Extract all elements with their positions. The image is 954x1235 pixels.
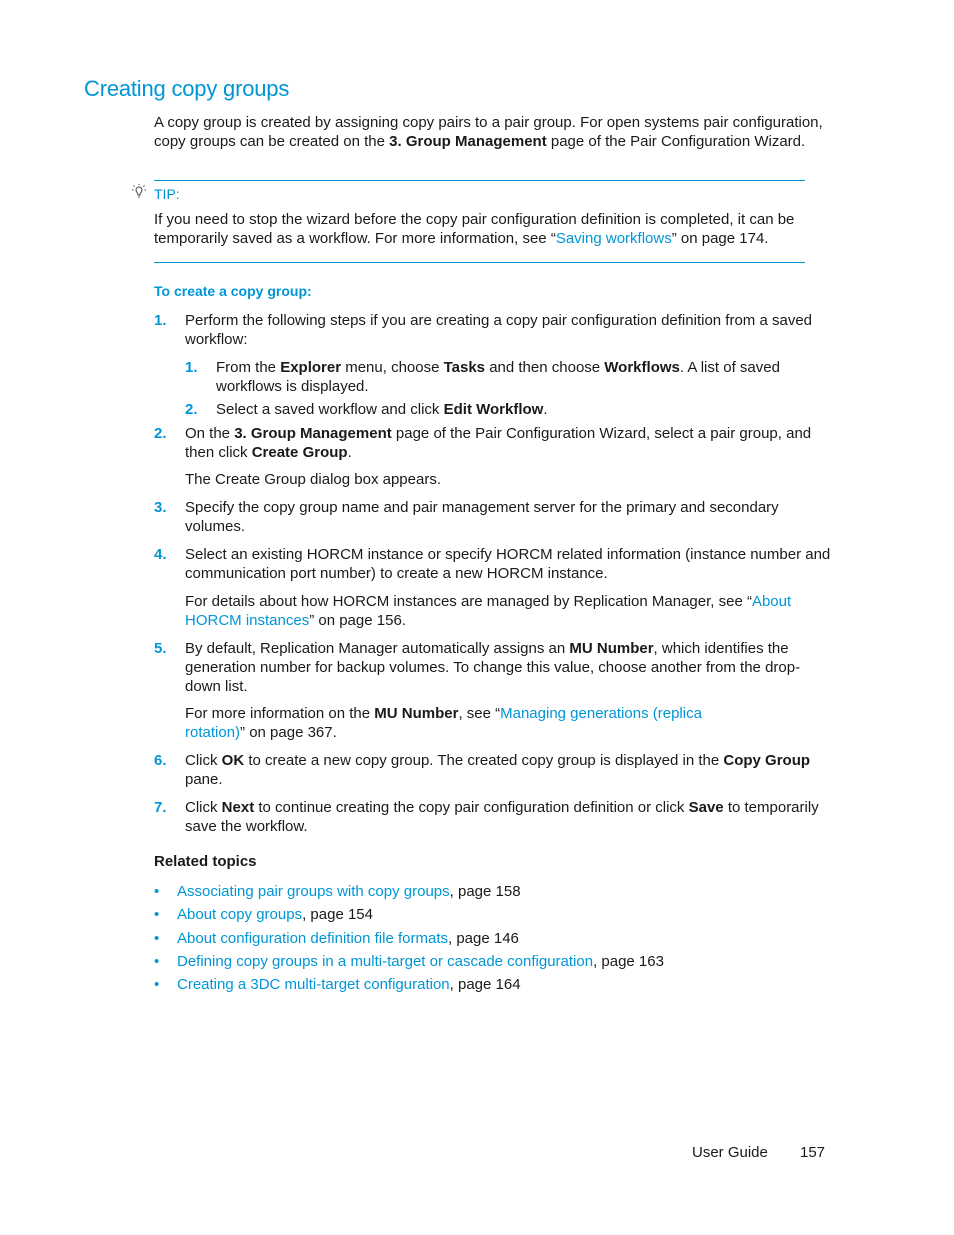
related-page: , page 158	[449, 883, 521, 900]
tip-text-2: ” on page 174.	[671, 230, 769, 247]
step-number: 2.	[154, 425, 167, 442]
step-note: For more information on the MU Number, s…	[185, 705, 702, 741]
step-number: 6.	[154, 752, 167, 769]
related-page: , page 146	[448, 930, 519, 947]
step-number: 5.	[154, 640, 167, 657]
related-page: , page 164	[449, 976, 521, 993]
tip-label: TIP:	[154, 185, 180, 202]
footer-guide-name: User Guide	[692, 1144, 768, 1161]
related-link[interactable]: Creating a 3DC multi-target configuratio…	[177, 976, 450, 993]
intro-paragraph: A copy group is created by assigning cop…	[154, 113, 834, 151]
substep-number: 2.	[185, 401, 198, 418]
substep-text: Select a saved workflow and click Edit W…	[216, 401, 548, 418]
related-page: , page 163	[593, 953, 664, 970]
tip-header: TIP:	[130, 183, 180, 204]
footer-page-number: 157	[800, 1144, 826, 1161]
step-text: Click OK to create a new copy group. The…	[185, 752, 811, 788]
tip-text: If you need to stop the wizard before th…	[154, 210, 804, 248]
bullet-icon: •	[154, 906, 160, 923]
intro-bold: 3. Group Management	[389, 133, 547, 150]
step-number: 1.	[154, 312, 167, 329]
step-number: 3.	[154, 499, 167, 516]
step-number: 4.	[154, 546, 167, 563]
step-text: On the 3. Group Management page of the P…	[185, 425, 812, 461]
procedure-heading: To create a copy group:	[154, 283, 312, 299]
bullet-icon: •	[154, 930, 160, 947]
step-number: 7.	[154, 799, 167, 816]
step-note: For details about how HORCM instances ar…	[185, 593, 792, 629]
page-title: Creating copy groups	[84, 76, 290, 101]
substep-text: From the Explorer menu, choose Tasks and…	[216, 359, 780, 395]
related-topics-heading: Related topics	[154, 853, 257, 870]
lightbulb-icon	[130, 183, 148, 204]
tip-bottom-rule	[154, 262, 805, 263]
related-link[interactable]: About configuration definition file form…	[177, 930, 448, 947]
bullet-icon: •	[154, 883, 160, 900]
related-page: , page 154	[302, 906, 373, 923]
related-link[interactable]: Associating pair groups with copy groups	[177, 883, 450, 900]
step-text: By default, Replication Manager automati…	[185, 640, 801, 695]
substep-number: 1.	[185, 359, 198, 376]
step-text: Specify the copy group name and pair man…	[185, 499, 779, 535]
step-text: Perform the following steps if you are c…	[185, 312, 812, 348]
step-text: Select an existing HORCM instance or spe…	[185, 546, 831, 582]
step-note: The Create Group dialog box appears.	[185, 471, 441, 488]
bullet-icon: •	[154, 953, 160, 970]
link-saving-workflows[interactable]: Saving workflows	[556, 230, 672, 247]
related-link[interactable]: About copy groups	[177, 906, 302, 923]
bullet-icon: •	[154, 976, 160, 993]
intro-text-2: page of the Pair Configuration Wizard.	[546, 133, 806, 150]
step-text: Click Next to continue creating the copy…	[185, 799, 819, 835]
related-link[interactable]: Defining copy groups in a multi-target o…	[177, 953, 593, 970]
tip-top-rule	[154, 180, 805, 181]
